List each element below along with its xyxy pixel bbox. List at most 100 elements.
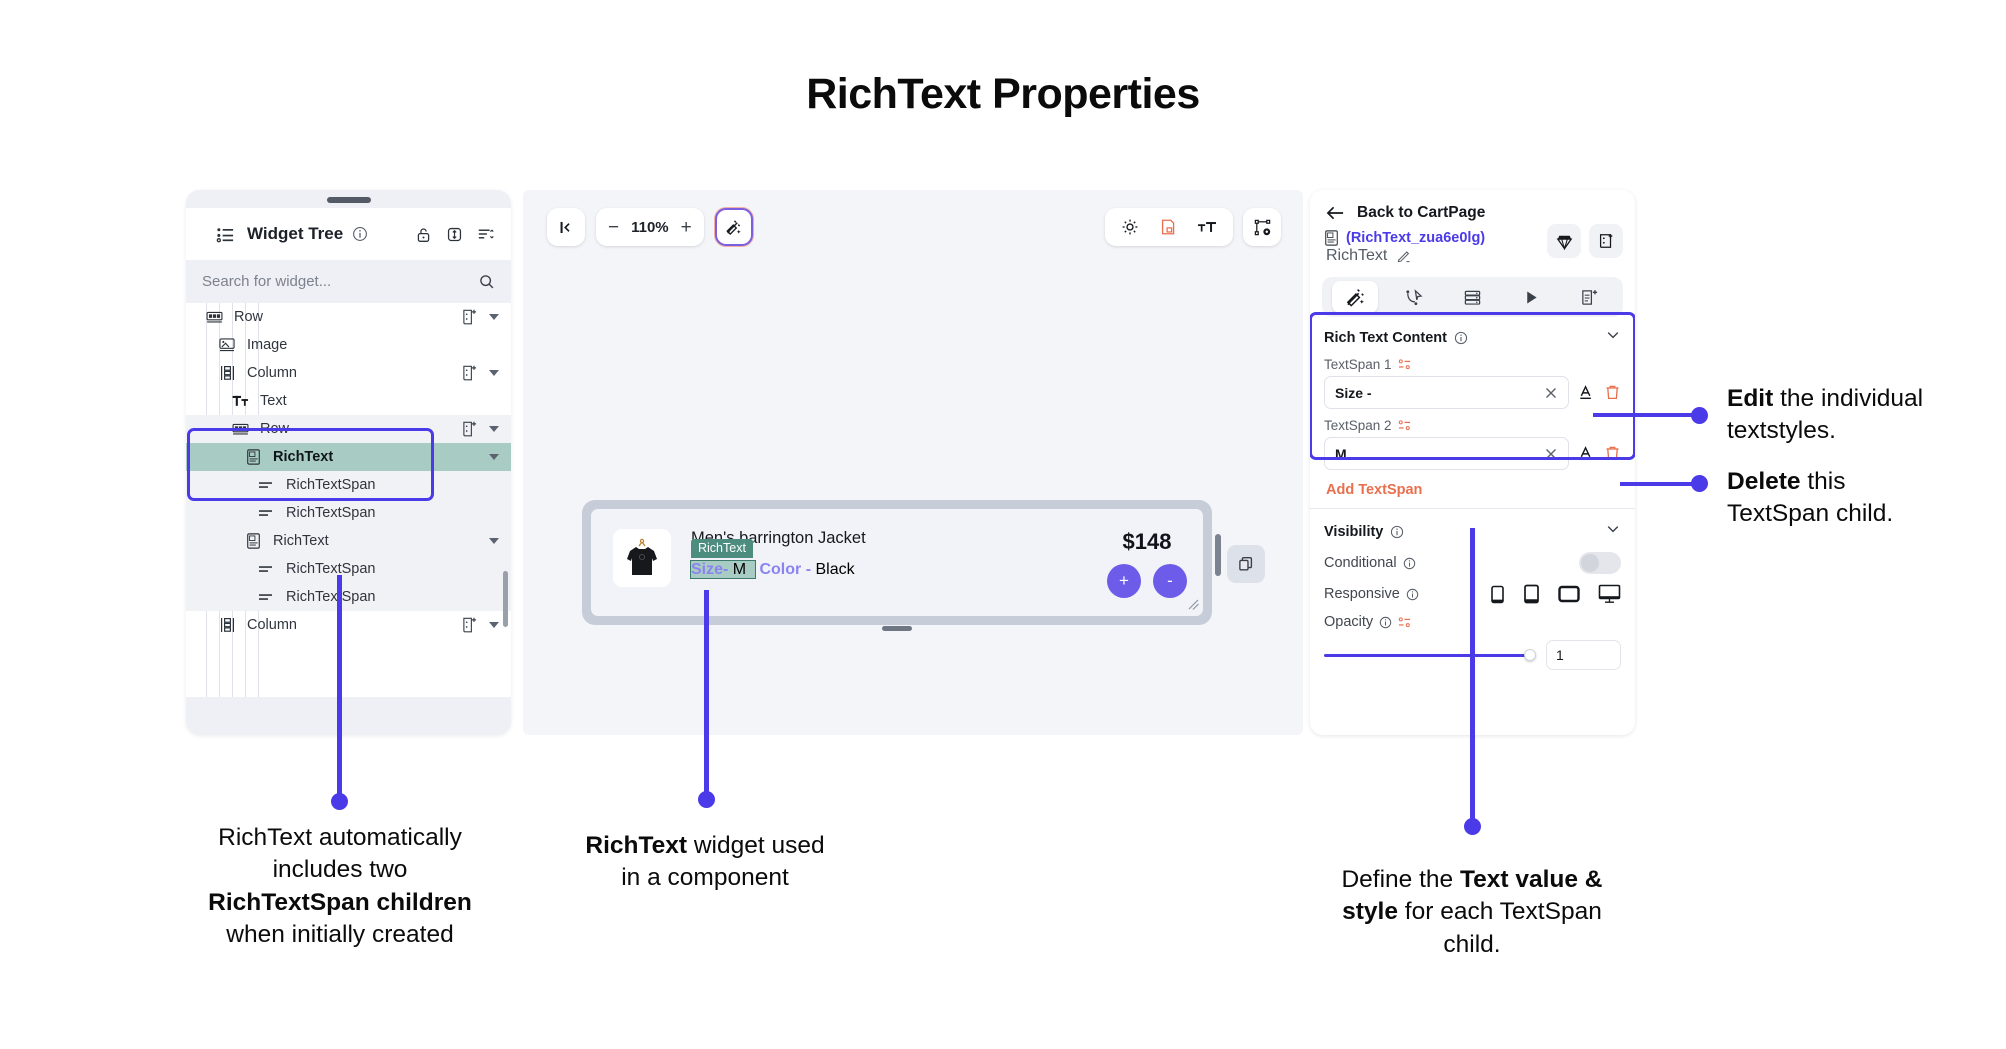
tab-actions[interactable] (1391, 281, 1437, 313)
search-input[interactable] (202, 273, 470, 290)
info-icon[interactable] (1379, 616, 1392, 629)
zoom-control[interactable]: − 110% + (596, 208, 704, 246)
callout-dot-canvas (698, 791, 715, 808)
callout-tree-line4: when initially created (226, 920, 454, 948)
increase-quantity-button[interactable]: + (1107, 564, 1141, 598)
text-icon (229, 394, 251, 408)
canvas-view-options[interactable] (1105, 208, 1233, 246)
tree-item-image-1[interactable]: Image (186, 331, 511, 359)
add-child-icon[interactable] (462, 421, 477, 437)
zoom-in-button[interactable]: + (681, 218, 692, 237)
widget-tree-title: Widget Tree (247, 224, 344, 243)
tree-item-richtextspan-6[interactable]: RichTextSpan (186, 471, 511, 499)
span-icon (255, 592, 277, 602)
text-style-icon[interactable] (1578, 445, 1595, 462)
variable-binding-icon[interactable] (1398, 419, 1411, 432)
chevron-down-icon[interactable] (1605, 327, 1621, 348)
phone-icon[interactable] (1490, 585, 1505, 604)
add-child-icon[interactable] (462, 365, 477, 381)
info-icon[interactable] (1454, 331, 1468, 345)
chevron-down-icon[interactable] (489, 622, 499, 628)
pencil-icon[interactable] (1396, 248, 1412, 264)
tree-item-column-2[interactable]: Column (186, 359, 511, 387)
tree-item-richtextspan-10[interactable]: RichTextSpan (186, 583, 511, 611)
clear-icon[interactable] (1544, 386, 1558, 400)
expand-collapse-icon[interactable] (446, 226, 463, 243)
tree-item-column-11[interactable]: Column (186, 611, 511, 639)
decrease-quantity-button[interactable]: - (1153, 564, 1187, 598)
typography-icon[interactable] (1197, 218, 1217, 236)
collapse-panel-button[interactable] (547, 208, 585, 246)
text-style-icon[interactable] (1578, 384, 1595, 401)
rich-text-section-header[interactable]: Rich Text Content (1324, 327, 1621, 348)
tab-properties[interactable] (1332, 281, 1379, 313)
add-component-icon[interactable] (1589, 224, 1623, 258)
add-child-icon[interactable] (462, 617, 477, 633)
tab-add-element[interactable] (1567, 281, 1613, 313)
device-resize-grip[interactable] (882, 626, 912, 631)
opacity-slider[interactable] (1324, 647, 1536, 663)
quantity-stepper[interactable]: + - (1107, 564, 1187, 598)
responsive-device-toggles[interactable] (1490, 584, 1621, 604)
back-button[interactable]: Back to CartPage (1310, 190, 1635, 226)
tablet-portrait-icon[interactable] (1523, 584, 1540, 604)
tab-backend-query[interactable] (1449, 281, 1495, 313)
richtext-selected-span[interactable]: Size- M (689, 560, 757, 579)
properties-tabs[interactable] (1322, 277, 1623, 317)
info-icon[interactable] (1406, 588, 1419, 601)
canvas-settings-icon[interactable] (1243, 208, 1281, 246)
widget-search-row[interactable] (186, 260, 511, 303)
desktop-icon[interactable] (1598, 584, 1621, 604)
ai-gen-icon[interactable] (714, 208, 753, 246)
duplicate-icon[interactable] (1227, 545, 1265, 583)
back-arrow-icon[interactable] (1326, 205, 1345, 221)
chevron-down-icon[interactable] (489, 314, 499, 320)
opacity-slider-track (1324, 654, 1534, 657)
add-child-icon[interactable] (462, 309, 477, 325)
tree-item-richtext-5[interactable]: RichText (186, 443, 511, 471)
chevron-down-icon[interactable] (489, 426, 499, 432)
delete-icon[interactable] (1604, 445, 1621, 462)
variable-binding-icon[interactable] (1398, 616, 1411, 629)
tree-item-richtextspan-9[interactable]: RichTextSpan (186, 555, 511, 583)
clear-icon[interactable] (1544, 447, 1558, 461)
tree-item-row-4[interactable]: Row (186, 415, 511, 443)
chevron-down-icon[interactable] (489, 454, 499, 460)
info-icon[interactable] (1403, 557, 1416, 570)
search-icon[interactable] (478, 273, 495, 290)
tree-item-text-3[interactable]: Text (186, 387, 511, 415)
tree-scrollbar[interactable] (503, 571, 508, 627)
add-textspan-button[interactable]: Add TextSpan (1326, 482, 1621, 498)
lock-icon[interactable] (415, 226, 432, 243)
widget-id[interactable]: (RichText_zua6e0lg) (1346, 230, 1485, 246)
sort-icon[interactable] (477, 225, 495, 243)
chevron-down-icon[interactable] (489, 538, 499, 544)
variable-binding-icon[interactable] (1398, 358, 1411, 371)
device-side-grip[interactable] (1215, 534, 1221, 576)
tree-item-richtextspan-7[interactable]: RichTextSpan (186, 499, 511, 527)
row-icon (229, 423, 251, 436)
tablet-landscape-icon[interactable] (1558, 585, 1580, 603)
resize-handle[interactable] (1187, 598, 1200, 614)
delete-icon[interactable] (1604, 384, 1621, 401)
theme-brightness-icon[interactable] (1121, 218, 1139, 236)
page-layout-icon[interactable] (1159, 218, 1177, 236)
zoom-out-button[interactable]: − (608, 218, 619, 237)
info-icon[interactable] (352, 226, 368, 242)
tree-item-label: RichText (273, 449, 334, 465)
diamond-theme-icon[interactable] (1547, 224, 1581, 258)
chevron-down-icon[interactable] (489, 370, 499, 376)
textspan-2-input[interactable]: M (1324, 437, 1569, 470)
tab-test-mode[interactable] (1508, 281, 1554, 313)
info-icon[interactable] (1390, 525, 1404, 539)
textspan-1-input[interactable]: Size - (1324, 376, 1569, 409)
opacity-slider-knob[interactable] (1524, 649, 1536, 661)
panel-drag-grip[interactable] (326, 197, 371, 203)
chevron-down-icon[interactable] (1605, 521, 1621, 542)
row-icon (203, 311, 225, 324)
conditional-toggle[interactable] (1579, 552, 1621, 574)
tree-item-richtext-8[interactable]: RichText (186, 527, 511, 555)
opacity-value-input[interactable]: 1 (1546, 640, 1621, 670)
tree-item-row-0[interactable]: Row (186, 303, 511, 331)
widget-tree-list[interactable]: Row Image Column Text Row RichText RichTextSpa… (186, 303, 511, 697)
